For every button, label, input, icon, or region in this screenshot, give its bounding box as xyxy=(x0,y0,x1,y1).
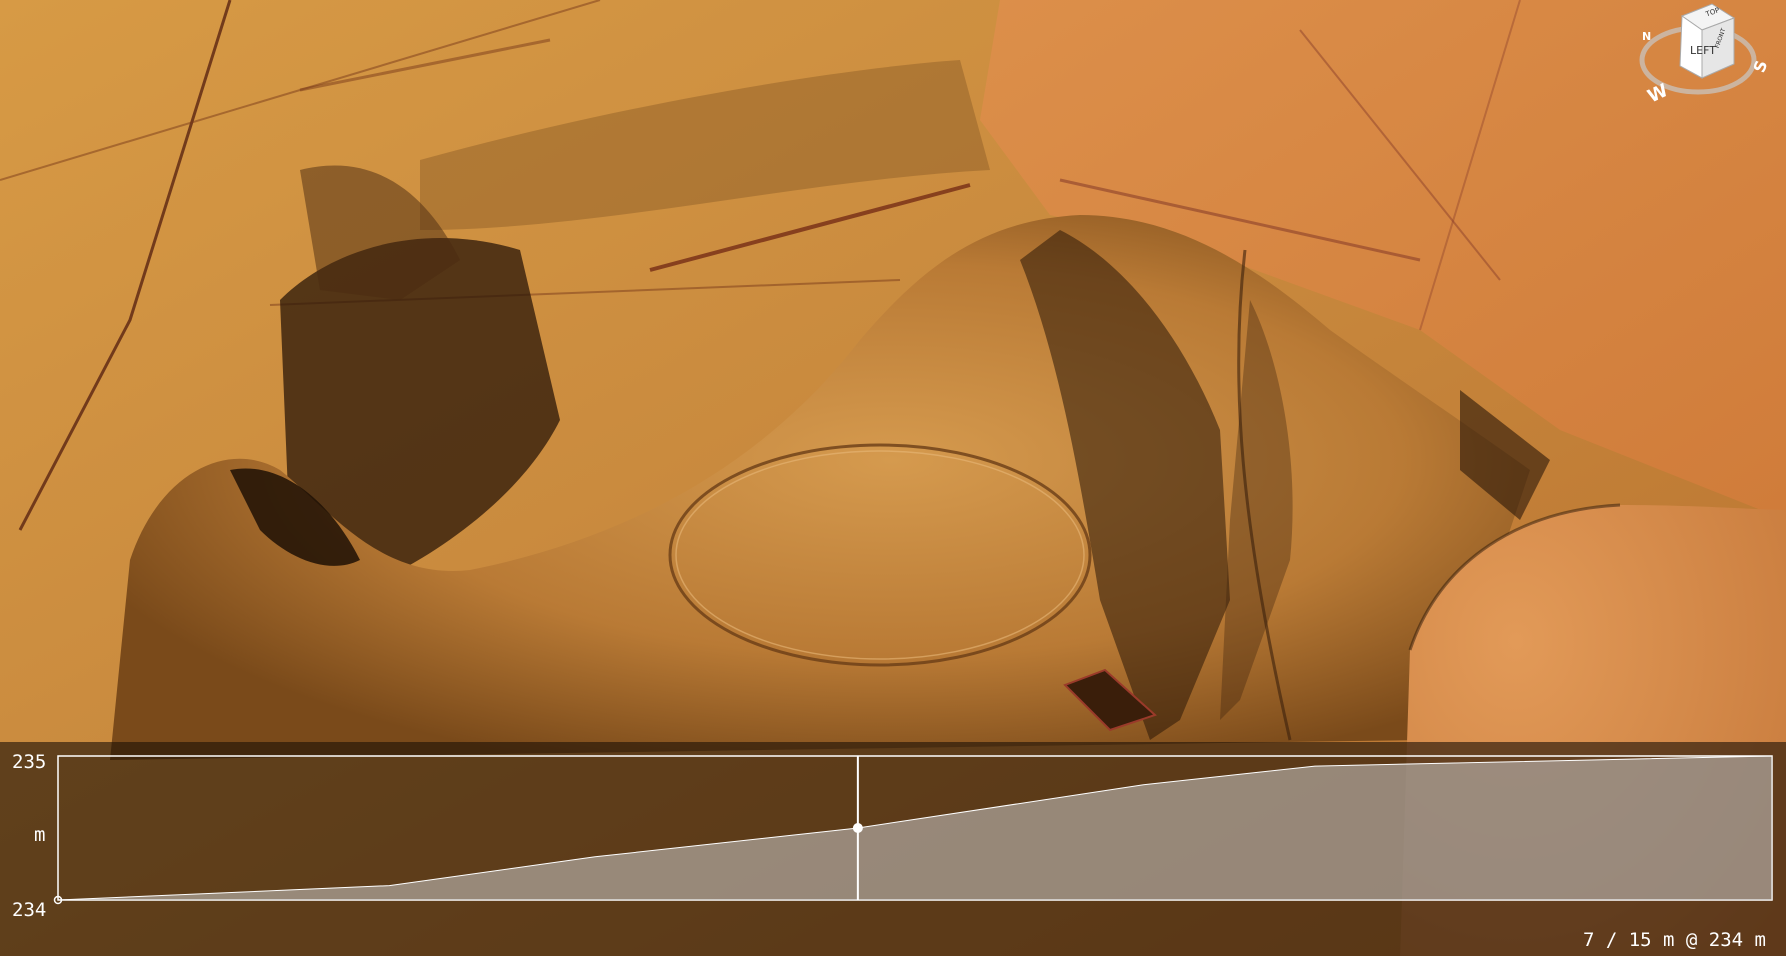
elevation-profile-panel[interactable]: 235 m 234 7 / 15 m @ 234 m xyxy=(0,742,1786,956)
profile-y-min-label: 234 xyxy=(12,899,47,921)
profile-y-unit-label: m xyxy=(34,824,46,846)
cube-left-label: LEFT xyxy=(1690,44,1716,57)
view-cube-navigator[interactable]: LEFT TOP FRONT W S N xyxy=(1630,0,1786,110)
compass-north-label[interactable]: N xyxy=(1642,30,1651,43)
3d-terrain-viewport[interactable]: LEFT TOP FRONT W S N 235 m 234 7 / 15 m … xyxy=(0,0,1786,956)
elevation-profile-chart[interactable] xyxy=(0,742,1786,956)
profile-elevation-area xyxy=(58,756,1772,900)
compass-west-label[interactable]: W xyxy=(1645,80,1672,107)
profile-cursor-marker[interactable] xyxy=(852,823,863,833)
profile-cursor-readout: 7 / 15 m @ 234 m xyxy=(1582,929,1766,951)
profile-y-max-label: 235 xyxy=(12,751,47,773)
